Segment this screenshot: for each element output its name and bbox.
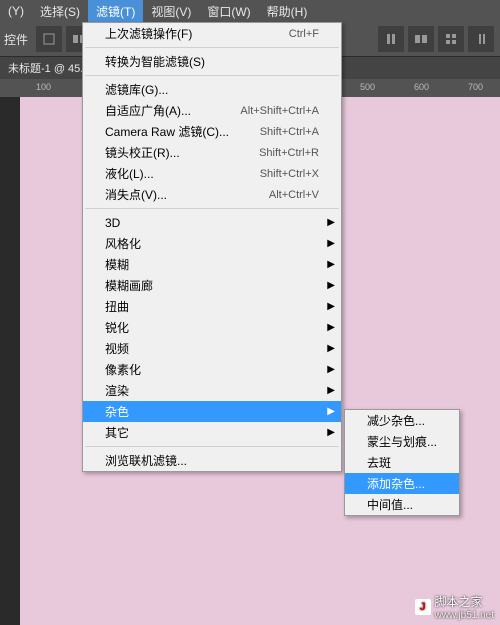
menu-item[interactable]: 像素化 ▶ bbox=[83, 359, 341, 380]
menu-item-label: 其它 bbox=[105, 424, 129, 441]
menu-separator bbox=[85, 47, 339, 48]
menu-separator bbox=[85, 446, 339, 447]
menu-item-label: 像素化 bbox=[105, 361, 141, 378]
chevron-right-icon: ▶ bbox=[327, 217, 335, 228]
watermark: J 脚本之家 www.jb51.net bbox=[415, 593, 494, 621]
submenu-item-label: 去斑 bbox=[367, 454, 391, 471]
menu-item[interactable]: 上次滤镜操作(F) Ctrl+F bbox=[83, 23, 341, 44]
menu-view[interactable]: 视图(V) bbox=[143, 0, 199, 22]
menu-item[interactable]: 锐化 ▶ bbox=[83, 317, 341, 338]
chevron-right-icon: ▶ bbox=[327, 322, 335, 333]
watermark-name: 脚本之家 bbox=[435, 593, 494, 610]
menu-separator bbox=[85, 208, 339, 209]
menu-item-label: 自适应广角(A)... bbox=[105, 102, 191, 119]
menu-y[interactable]: (Y) bbox=[0, 0, 32, 22]
ruler-tick: 600 bbox=[414, 82, 429, 92]
chevron-right-icon: ▶ bbox=[327, 385, 335, 396]
menu-shortcut: Shift+Ctrl+A bbox=[260, 126, 319, 138]
menu-item[interactable]: 渲染 ▶ bbox=[83, 380, 341, 401]
menu-item-label: 消失点(V)... bbox=[105, 186, 167, 203]
menu-item-label: 3D bbox=[105, 216, 120, 230]
toolbar-label: 控件 bbox=[4, 31, 28, 48]
menu-item-label: 渲染 bbox=[105, 382, 129, 399]
menu-item[interactable]: 转换为智能滤镜(S) bbox=[83, 51, 341, 72]
tool-button[interactable] bbox=[36, 26, 62, 52]
submenu-item[interactable]: 添加杂色... bbox=[345, 473, 459, 494]
menu-item[interactable]: 其它 ▶ bbox=[83, 422, 341, 443]
menu-item[interactable]: 液化(L)... Shift+Ctrl+X bbox=[83, 163, 341, 184]
menu-item[interactable]: 扭曲 ▶ bbox=[83, 296, 341, 317]
menu-item-label: 镜头校正(R)... bbox=[105, 144, 180, 161]
chevron-right-icon: ▶ bbox=[327, 427, 335, 438]
menu-shortcut: Shift+Ctrl+R bbox=[259, 147, 319, 159]
ruler-tick: 500 bbox=[360, 82, 375, 92]
menu-select[interactable]: 选择(S) bbox=[32, 0, 88, 22]
menu-item[interactable]: 杂色 ▶ bbox=[83, 401, 341, 422]
menu-separator bbox=[85, 75, 339, 76]
menu-item-label: 浏览联机滤镜... bbox=[105, 452, 187, 469]
menu-item[interactable]: 模糊画廊 ▶ bbox=[83, 275, 341, 296]
submenu-item-label: 添加杂色... bbox=[367, 475, 425, 492]
menu-item[interactable]: 滤镜库(G)... bbox=[83, 79, 341, 100]
chevron-right-icon: ▶ bbox=[327, 280, 335, 291]
menu-item-label: 锐化 bbox=[105, 319, 129, 336]
submenu-item[interactable]: 减少杂色... bbox=[345, 410, 459, 431]
menu-item-label: 风格化 bbox=[105, 235, 141, 252]
menu-item[interactable]: 3D ▶ bbox=[83, 212, 341, 233]
tool-button[interactable] bbox=[408, 26, 434, 52]
menu-item[interactable]: 模糊 ▶ bbox=[83, 254, 341, 275]
menu-shortcut: Shift+Ctrl+X bbox=[260, 168, 319, 180]
menu-item[interactable]: 镜头校正(R)... Shift+Ctrl+R bbox=[83, 142, 341, 163]
menu-item[interactable]: 消失点(V)... Alt+Ctrl+V bbox=[83, 184, 341, 205]
chevron-right-icon: ▶ bbox=[327, 259, 335, 270]
menu-item-label: 转换为智能滤镜(S) bbox=[105, 53, 205, 70]
menu-item-label: 扭曲 bbox=[105, 298, 129, 315]
menu-item[interactable]: Camera Raw 滤镜(C)... Shift+Ctrl+A bbox=[83, 121, 341, 142]
menu-item-label: 杂色 bbox=[105, 403, 129, 420]
submenu-item[interactable]: 蒙尘与划痕... bbox=[345, 431, 459, 452]
chevron-right-icon: ▶ bbox=[327, 406, 335, 417]
menu-filter[interactable]: 滤镜(T) bbox=[88, 0, 143, 22]
tool-button[interactable] bbox=[468, 26, 494, 52]
noise-submenu: 减少杂色... 蒙尘与划痕... 去斑添加杂色... 中间值... bbox=[344, 409, 460, 516]
submenu-item[interactable]: 中间值... bbox=[345, 494, 459, 515]
ruler-tick: 700 bbox=[468, 82, 483, 92]
menu-item-label: 模糊画廊 bbox=[105, 277, 153, 294]
menu-shortcut: Alt+Shift+Ctrl+A bbox=[240, 105, 319, 117]
filter-dropdown: 上次滤镜操作(F) Ctrl+F 转换为智能滤镜(S) 滤镜库(G)... 自适应广角(… bbox=[82, 22, 342, 472]
menu-shortcut: Alt+Ctrl+V bbox=[269, 189, 319, 201]
submenu-item[interactable]: 去斑 bbox=[345, 452, 459, 473]
document-title: 未标题-1 @ 45. bbox=[8, 60, 83, 76]
menu-window[interactable]: 窗口(W) bbox=[199, 0, 258, 22]
menu-item-label: 滤镜库(G)... bbox=[105, 81, 168, 98]
menu-item-label: 模糊 bbox=[105, 256, 129, 273]
menu-help[interactable]: 帮助(H) bbox=[259, 0, 316, 22]
tool-button[interactable] bbox=[438, 26, 464, 52]
submenu-item-label: 中间值... bbox=[367, 496, 413, 513]
menu-item-label: 液化(L)... bbox=[105, 165, 154, 182]
menubar: (Y) 选择(S) 滤镜(T) 视图(V) 窗口(W) 帮助(H) bbox=[0, 0, 500, 22]
menu-item[interactable]: 自适应广角(A)... Alt+Shift+Ctrl+A bbox=[83, 100, 341, 121]
menu-item-label: Camera Raw 滤镜(C)... bbox=[105, 123, 229, 140]
menu-item[interactable]: 视频 ▶ bbox=[83, 338, 341, 359]
menu-shortcut: Ctrl+F bbox=[289, 28, 319, 40]
chevron-right-icon: ▶ bbox=[327, 364, 335, 375]
submenu-item-label: 减少杂色... bbox=[367, 412, 425, 429]
watermark-logo-icon: J bbox=[415, 599, 431, 615]
submenu-item-label: 蒙尘与划痕... bbox=[367, 433, 437, 450]
watermark-url: www.jb51.net bbox=[435, 610, 494, 621]
chevron-right-icon: ▶ bbox=[327, 343, 335, 354]
chevron-right-icon: ▶ bbox=[327, 238, 335, 249]
tool-button[interactable] bbox=[378, 26, 404, 52]
chevron-right-icon: ▶ bbox=[327, 301, 335, 312]
menu-item[interactable]: 浏览联机滤镜... bbox=[83, 450, 341, 471]
menu-item-label: 视频 bbox=[105, 340, 129, 357]
menu-item[interactable]: 风格化 ▶ bbox=[83, 233, 341, 254]
ruler-tick: 100 bbox=[36, 82, 51, 92]
menu-item-label: 上次滤镜操作(F) bbox=[105, 25, 192, 42]
